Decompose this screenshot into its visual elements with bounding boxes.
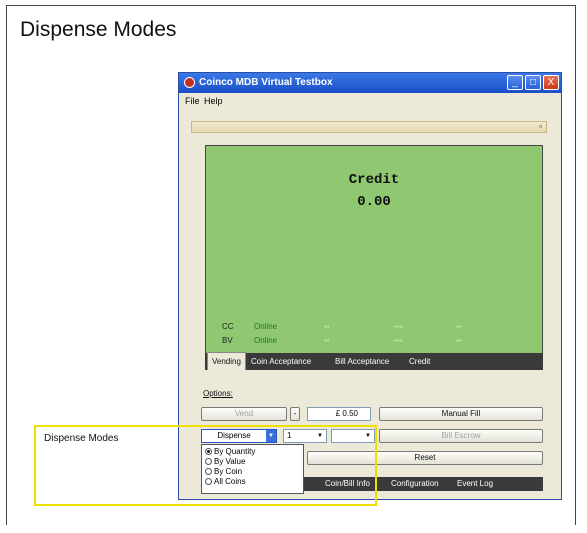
price-input[interactable]: £ 0.50: [307, 407, 371, 421]
options-label: Options:: [203, 389, 233, 398]
tab-event-log[interactable]: Event Log: [457, 479, 493, 488]
status-faded-icon: ▪▪: [324, 322, 330, 331]
close-button[interactable]: X: [543, 75, 559, 90]
window-title: Coinco MDB Virtual Testbox: [199, 77, 333, 88]
tab-coin-acceptance[interactable]: Coin Acceptance: [247, 353, 315, 370]
status-code: CC: [222, 322, 234, 331]
status-row-cc: CC Online ▪▪ ▪▪▪ ▪▪: [206, 322, 542, 333]
minus-button[interactable]: -: [290, 407, 300, 421]
credit-label: Credit: [348, 172, 400, 188]
panel-header: ▫: [191, 121, 547, 133]
manual-fill-button[interactable]: Manual Fill: [379, 407, 543, 421]
credit-display: Credit 0.00 CC Online ▪▪ ▪▪▪ ▪▪ BV Onlin…: [205, 145, 543, 358]
tab-bill-acceptance[interactable]: Bill Acceptance: [331, 353, 393, 370]
tab-vending[interactable]: Vending: [207, 352, 246, 370]
callout-label: Dispense Modes: [44, 433, 119, 444]
main-tabs: Vending Coin Acceptance Bill Acceptance …: [205, 352, 543, 370]
menu-file[interactable]: File: [185, 96, 200, 106]
tab-configuration[interactable]: Configuration: [391, 479, 439, 488]
slide-title: Dispense Modes: [20, 18, 177, 41]
maximize-button[interactable]: □: [525, 75, 541, 90]
title-bar[interactable]: Coinco MDB Virtual Testbox _ □ X: [179, 73, 561, 93]
status-faded-icon: ▪▪▪: [394, 322, 403, 331]
minimize-button[interactable]: _: [507, 75, 523, 90]
status-online: Online: [254, 322, 278, 331]
vend-button[interactable]: Vend: [201, 407, 287, 421]
status-faded-icon: ▪▪: [456, 336, 462, 345]
status-faded-icon: ▪▪▪: [394, 336, 403, 345]
status-online: Online: [254, 336, 278, 345]
callout-box: Dispense Modes: [34, 425, 377, 506]
status-row-bv: BV Online ▪▪ ▪▪▪ ▪▪: [206, 336, 542, 347]
collapse-icon[interactable]: ▫: [539, 122, 542, 131]
menu-bar: File Help: [179, 93, 561, 109]
status-code: BV: [222, 336, 233, 345]
status-faded-icon: ▪▪: [456, 322, 462, 331]
status-faded-icon: ▪▪: [324, 336, 330, 345]
bill-escrow-button[interactable]: Bill Escrow: [379, 429, 543, 443]
credit-value: 0.00: [357, 194, 391, 210]
menu-help[interactable]: Help: [204, 96, 223, 106]
app-icon: [184, 77, 195, 88]
tab-credit[interactable]: Credit: [405, 353, 434, 370]
